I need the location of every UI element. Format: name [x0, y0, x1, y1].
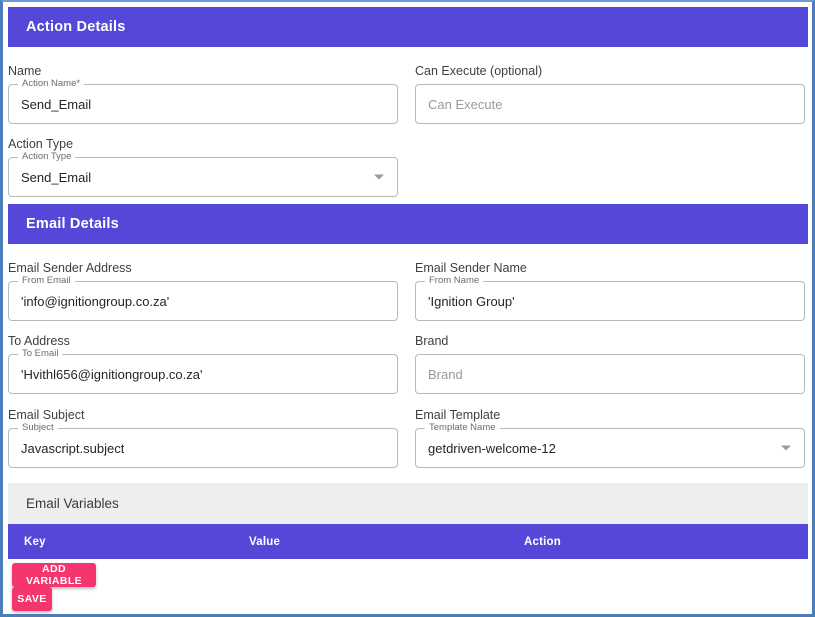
field-email-sender-address: Email Sender Address From Email 'info@ig… [8, 261, 398, 321]
brand-placeholder: Brand [428, 366, 463, 382]
can-execute-input[interactable]: Can Execute [415, 84, 805, 124]
template-name-select[interactable]: Template Name getdriven-welcome-12 [415, 422, 805, 468]
section-title-email-details: Email Details [26, 216, 119, 232]
chevron-down-icon[interactable] [374, 174, 384, 180]
legend-from-name: From Name [425, 275, 484, 286]
to-email-value: 'Hvithl656@ignitiongroup.co.za' [21, 366, 203, 382]
column-header-key: Key [24, 535, 46, 548]
subject-value: Javascript.subject [21, 440, 125, 456]
brand-input[interactable]: Brand [415, 354, 805, 394]
field-can-execute: Can Execute (optional) Can Execute [415, 64, 805, 124]
section-header-action-details: Action Details [8, 7, 808, 47]
label-to-address: To Address [8, 334, 70, 348]
variables-table-header-row: Key Value Action [8, 524, 808, 559]
section-title-action-details: Action Details [26, 19, 126, 35]
legend-template-name: Template Name [425, 422, 500, 433]
field-email-subject: Email Subject Subject Javascript.subject [8, 408, 398, 468]
legend-subject: Subject [18, 422, 58, 433]
label-brand: Brand [415, 334, 449, 348]
field-name: Name Action Name* Send_Email [8, 64, 398, 124]
legend-to-email: To Email [18, 348, 63, 359]
label-name: Name [8, 64, 42, 78]
subject-input[interactable]: Subject Javascript.subject [8, 422, 398, 468]
action-name-input[interactable]: Action Name* Send_Email [8, 78, 398, 124]
legend-action-name: Action Name* [18, 78, 85, 89]
save-button[interactable]: SAVE [12, 587, 52, 611]
section-title-email-variables: Email Variables [26, 496, 119, 511]
column-header-value: Value [249, 535, 281, 548]
field-action-type: Action Type Action Type Send_Email [8, 137, 398, 197]
label-email-sender-name: Email Sender Name [415, 261, 527, 275]
action-name-value: Send_Email [21, 96, 92, 112]
legend-action-type: Action Type [18, 151, 76, 162]
label-email-sender-address: Email Sender Address [8, 261, 132, 275]
template-name-value: getdriven-welcome-12 [428, 440, 556, 456]
section-header-email-variables: Email Variables [8, 483, 808, 524]
legend-from-email: From Email [18, 275, 75, 286]
from-email-value: 'info@ignitiongroup.co.za' [21, 293, 170, 309]
chevron-down-icon[interactable] [781, 445, 791, 451]
label-can-execute: Can Execute (optional) [415, 64, 543, 78]
action-type-select[interactable]: Action Type Send_Email [8, 151, 398, 197]
section-header-email-details: Email Details [8, 204, 808, 244]
label-email-subject: Email Subject [8, 408, 85, 422]
to-email-input[interactable]: To Email 'Hvithl656@ignitiongroup.co.za' [8, 348, 398, 394]
label-email-template: Email Template [415, 408, 501, 422]
can-execute-placeholder: Can Execute [428, 96, 503, 112]
label-action-type: Action Type [8, 137, 74, 151]
action-type-value: Send_Email [21, 169, 92, 185]
field-brand: Brand Brand [415, 334, 805, 394]
field-to-address: To Address To Email 'Hvithl656@ignitiong… [8, 334, 398, 394]
column-header-action: Action [524, 535, 561, 548]
field-email-sender-name: Email Sender Name From Name 'Ignition Gr… [415, 261, 805, 321]
from-email-input[interactable]: From Email 'info@ignitiongroup.co.za' [8, 275, 398, 321]
add-variable-button[interactable]: ADD VARIABLE [12, 563, 96, 587]
from-name-input[interactable]: From Name 'Ignition Group' [415, 275, 805, 321]
field-email-template: Email Template Template Name getdriven-w… [415, 408, 805, 468]
action-details-page: Action Details Name Action Name* Send_Em… [0, 0, 815, 617]
from-name-value: 'Ignition Group' [428, 293, 515, 309]
